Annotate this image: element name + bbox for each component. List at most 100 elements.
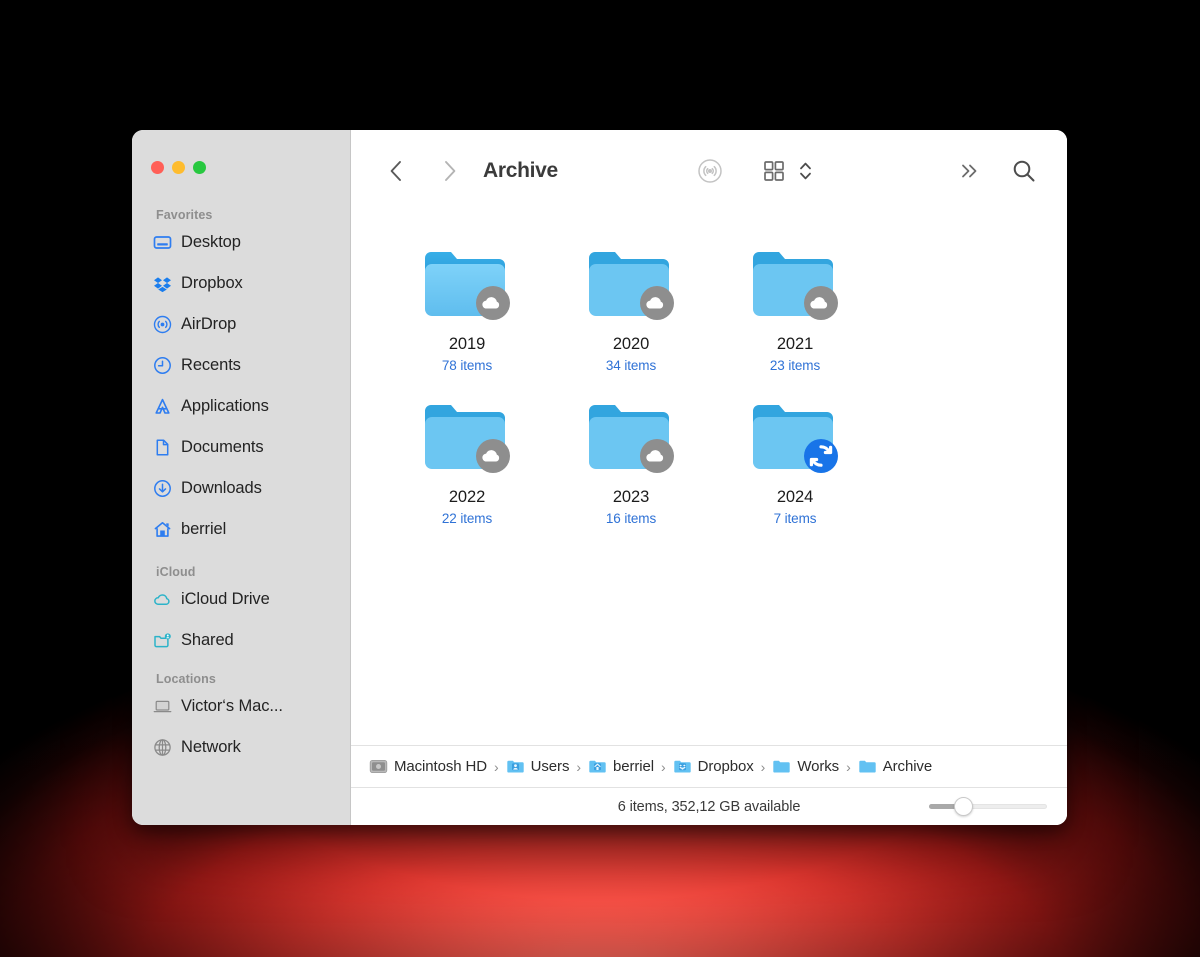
- file-grid[interactable]: 2019 78 items 2020 34 items 2021 23 item…: [351, 212, 1067, 745]
- file-subtitle: 23 items: [769, 358, 821, 373]
- breadcrumb-label: Dropbox: [697, 758, 754, 775]
- breadcrumb-item-users[interactable]: Users: [506, 757, 570, 776]
- back-button[interactable]: [379, 154, 413, 188]
- minimize-button[interactable]: [172, 161, 185, 174]
- folder-icon: [773, 760, 791, 773]
- airdrop-button[interactable]: [693, 154, 727, 188]
- breadcrumb-item-works[interactable]: Works: [772, 757, 839, 776]
- breadcrumb-item-archive[interactable]: Archive: [858, 757, 932, 776]
- breadcrumb-item-berriel[interactable]: berriel: [588, 757, 654, 776]
- folder-icon-wrap: [421, 244, 513, 324]
- file-item-folder[interactable]: 2021 23 items: [713, 230, 877, 383]
- sidebar-item-recents[interactable]: Recents: [132, 351, 350, 379]
- main-pane: Archive 2019 78 items 2020 34 items 2021…: [351, 130, 1067, 825]
- file-subtitle: 7 items: [773, 511, 817, 526]
- home-icon: [153, 520, 172, 539]
- chevron-right-icon: [445, 161, 456, 181]
- breadcrumb-separator: ›: [661, 758, 666, 775]
- clock-icon: [153, 356, 172, 375]
- sidebar-item-dropbox[interactable]: Dropbox: [132, 269, 350, 297]
- breadcrumb: Macintosh HD › Users › berriel › Dropbox…: [351, 745, 1067, 787]
- download-icon: [153, 479, 172, 498]
- folder-icon-wrap: [585, 244, 677, 324]
- dropbox-folder-icon: [673, 760, 691, 773]
- folder-icon-wrap: [421, 397, 513, 477]
- folder-icon-wrap: [749, 397, 841, 477]
- sidebar-item-berriel[interactable]: berriel: [132, 515, 350, 543]
- cloud-badge: [476, 439, 510, 473]
- sidebar-item-documents[interactable]: Documents: [132, 433, 350, 461]
- sidebar-item-label: Network: [181, 737, 241, 756]
- network-icon: [153, 738, 172, 757]
- file-item-folder[interactable]: 2023 16 items: [549, 383, 713, 536]
- sidebar-item-desktop[interactable]: Desktop: [132, 228, 350, 256]
- airdrop-icon: [153, 315, 172, 334]
- sidebar-section-favorites: Favorites Desktop Dropbox AirDrop Recent…: [132, 208, 350, 543]
- laptop-icon: [153, 697, 172, 716]
- breadcrumb-label: Archive: [882, 758, 933, 775]
- users-folder-icon: [506, 760, 524, 773]
- chevron-left-icon: [390, 161, 401, 181]
- page-title: Archive: [483, 159, 558, 182]
- sidebar-scroll-area[interactable]: Favorites Desktop Dropbox AirDrop Recent…: [132, 208, 350, 825]
- file-subtitle: 34 items: [605, 358, 657, 373]
- search-button[interactable]: [1007, 154, 1041, 188]
- airdrop-icon: [698, 159, 722, 183]
- more-toolbar-items-button[interactable]: [953, 154, 987, 188]
- breadcrumb-label: Users: [530, 758, 570, 775]
- sidebar-item-victors-mac[interactable]: Victor‘s Mac...: [132, 692, 350, 720]
- file-item-folder[interactable]: 2019 78 items: [385, 230, 549, 383]
- sidebar-item-network[interactable]: Network: [132, 733, 350, 761]
- sidebar-item-label: iCloud Drive: [181, 589, 270, 608]
- file-item-folder[interactable]: 2022 22 items: [385, 383, 549, 536]
- sidebar-section-title: Locations: [156, 672, 216, 686]
- sidebar-section-title: Favorites: [156, 208, 213, 222]
- breadcrumb-separator: ›: [846, 758, 851, 775]
- sidebar-item-shared[interactable]: Shared: [132, 626, 350, 654]
- sidebar-item-label: Desktop: [181, 232, 241, 251]
- sidebar-item-label: Recents: [181, 355, 241, 374]
- hard-disk-icon: [369, 760, 388, 773]
- applications-icon: [153, 397, 172, 416]
- sidebar-section-locations: Locations Victor‘s Mac... Network: [132, 672, 350, 761]
- cloud-badge: [640, 286, 674, 320]
- icon-size-slider[interactable]: [929, 797, 1047, 816]
- breadcrumb-separator: ›: [760, 758, 766, 775]
- breadcrumb-item-dropbox[interactable]: Dropbox: [673, 757, 754, 776]
- chevron-up-down-icon: [799, 162, 811, 180]
- sync-badge: [804, 439, 838, 473]
- cloud-icon: [153, 590, 172, 609]
- breadcrumb-label: Macintosh HD: [394, 758, 487, 775]
- sidebar-item-downloads[interactable]: Downloads: [132, 474, 350, 502]
- sidebar-item-label: Applications: [181, 396, 269, 415]
- sidebar-item-airdrop[interactable]: AirDrop: [132, 310, 350, 338]
- file-subtitle: 16 items: [605, 511, 657, 526]
- close-button[interactable]: [151, 161, 164, 174]
- grid-view-icon: [764, 161, 784, 181]
- maximize-button[interactable]: [193, 161, 206, 174]
- sidebar: Favorites Desktop Dropbox AirDrop Recent…: [132, 130, 351, 825]
- sidebar-item-icloud-drive[interactable]: iCloud Drive: [132, 585, 350, 613]
- file-item-folder[interactable]: 2024 7 items: [713, 383, 877, 536]
- forward-button[interactable]: [433, 154, 467, 188]
- view-options-group[interactable]: [757, 154, 813, 188]
- sidebar-item-label: Dropbox: [181, 273, 243, 292]
- view-chevrons-button[interactable]: [797, 154, 813, 188]
- sidebar-item-applications[interactable]: Applications: [132, 392, 350, 420]
- file-name: 2024: [776, 488, 814, 506]
- search-icon: [1013, 160, 1035, 182]
- sidebar-section-title: iCloud: [156, 565, 196, 579]
- file-name: 2019: [448, 335, 486, 353]
- file-item-folder[interactable]: 2020 34 items: [549, 230, 713, 383]
- breadcrumb-label: Works: [797, 758, 840, 775]
- breadcrumb-label: berriel: [613, 758, 654, 775]
- slider-knob[interactable]: [953, 797, 973, 816]
- folder-icon: [859, 760, 876, 773]
- cloud-badge: [476, 286, 510, 320]
- dropbox-icon: [153, 274, 172, 293]
- grid-view-button[interactable]: [757, 154, 791, 188]
- breadcrumb-item-macintosh-hd[interactable]: Macintosh HD: [369, 757, 487, 776]
- finder-window: Favorites Desktop Dropbox AirDrop Recent…: [132, 130, 1067, 825]
- sidebar-item-label: Shared: [181, 630, 234, 649]
- sidebar-item-label: AirDrop: [181, 314, 237, 333]
